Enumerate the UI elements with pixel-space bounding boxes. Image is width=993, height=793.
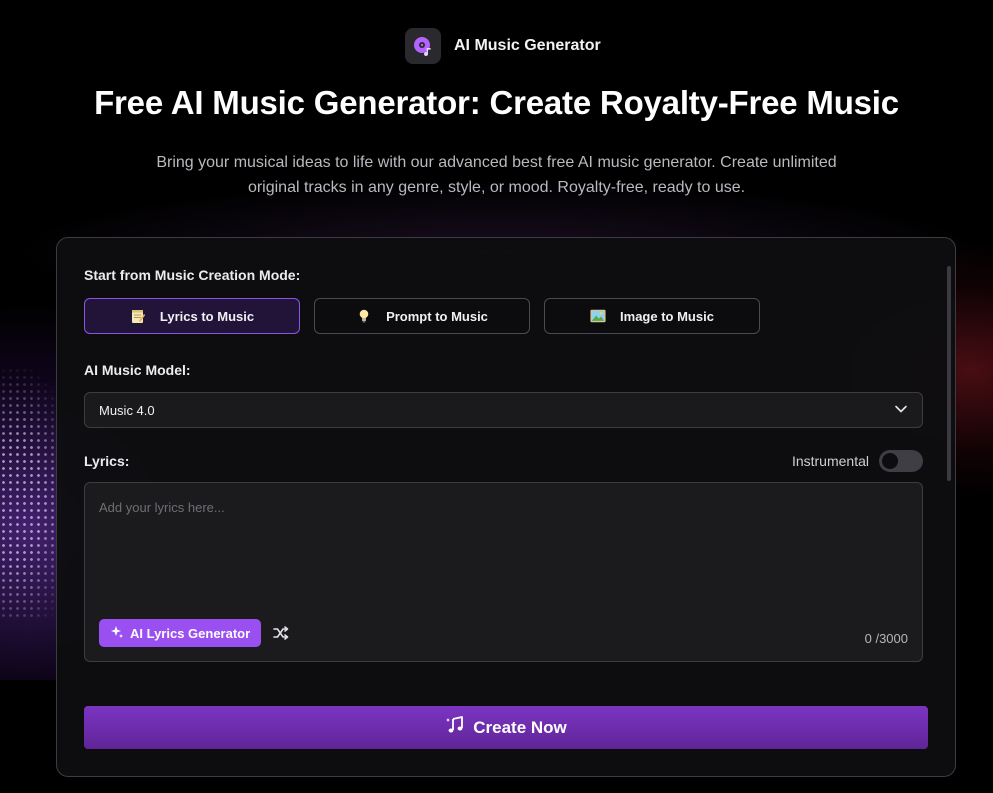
music-note-icon: [445, 715, 465, 740]
shuffle-icon[interactable]: [271, 623, 291, 643]
mode-label-lyrics: Lyrics to Music: [159, 308, 255, 324]
instrumental-toggle-group: Instrumental: [792, 450, 923, 472]
brand-name: AI Music Generator: [454, 37, 601, 54]
lightbulb-icon: [356, 308, 372, 324]
ai-lyrics-generator-button[interactable]: AI Lyrics Generator: [99, 619, 262, 647]
mode-label-image: Image to Music: [620, 308, 714, 324]
create-now-label: Create Now: [473, 717, 567, 737]
mode-prompt-to-music-button[interactable]: Prompt to Music: [314, 298, 530, 334]
mode-label: Start from Music Creation Mode:: [84, 267, 301, 283]
model-label: AI Music Model:: [84, 362, 191, 378]
create-now-button[interactable]: Create Now: [84, 706, 928, 749]
mode-lyrics-to-music-button[interactable]: Lyrics to Music: [84, 298, 300, 334]
instrumental-label: Instrumental: [791, 453, 869, 469]
panel-scrollbar[interactable]: [947, 266, 951, 481]
subtitle-line-1: Bring your musical ideas to life with ou…: [156, 154, 837, 171]
sparkle-icon: [110, 625, 124, 642]
instrumental-toggle[interactable]: [879, 450, 923, 472]
picture-icon: [590, 308, 606, 324]
mode-image-to-music-button[interactable]: Image to Music: [544, 298, 760, 334]
model-select-value: Music 4.0: [99, 402, 155, 418]
notepad-icon: [130, 308, 146, 324]
music-disc-icon: [405, 28, 441, 64]
page-title: Free AI Music Generator: Create Royalty-…: [94, 84, 899, 121]
lyrics-input[interactable]: [85, 483, 922, 603]
model-select[interactable]: Music 4.0: [84, 392, 923, 428]
toggle-knob: [882, 453, 898, 469]
character-counter: 0 /3000: [864, 631, 908, 646]
brand-header[interactable]: AI Music Generator: [405, 28, 601, 64]
lyrics-label: Lyrics:: [84, 453, 130, 469]
chevron-down-icon: [894, 402, 908, 419]
ai-lyrics-generator-label: AI Lyrics Generator: [130, 625, 251, 641]
mode-selector: Lyrics to Music Prompt to Music Image to…: [84, 298, 760, 334]
subtitle-line-2: original tracks in any genre, style, or …: [247, 179, 746, 196]
lyrics-editor: AI Lyrics Generator 0 /3000: [84, 482, 923, 662]
music-generator-panel: Start from Music Creation Mode: Lyrics t…: [56, 237, 956, 777]
page-subtitle: Bring your musical ideas to life with ou…: [110, 150, 883, 200]
mode-label-prompt: Prompt to Music: [386, 308, 488, 324]
